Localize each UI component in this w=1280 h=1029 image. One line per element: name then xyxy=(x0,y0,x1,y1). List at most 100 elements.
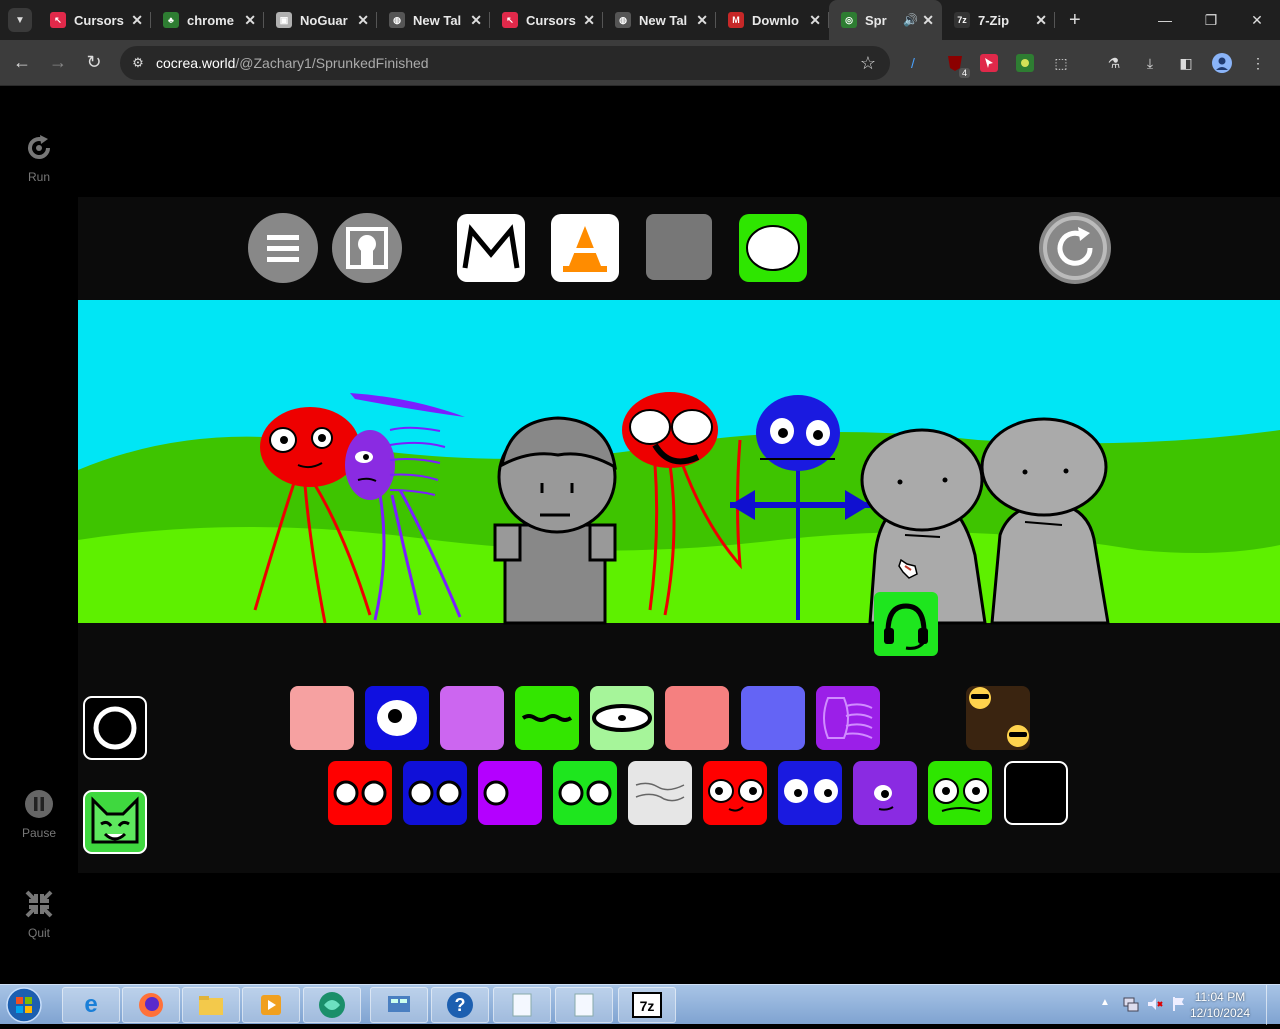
restore-icon: ❐ xyxy=(1204,11,1218,28)
side-panel-icon[interactable]: ◧ xyxy=(1175,52,1197,74)
browser-tab[interactable]: ↖ Cursors ✕ xyxy=(490,0,603,40)
character-red[interactable] xyxy=(253,407,372,624)
profile-avatar-icon[interactable] xyxy=(1211,52,1233,74)
browser-tab[interactable]: ▣ NoGuar ✕ xyxy=(264,0,377,40)
character-gray-blob-two[interactable] xyxy=(980,417,1110,625)
ublock-extension-icon[interactable]: 4 xyxy=(944,52,970,78)
record-circle-button[interactable] xyxy=(83,696,147,760)
voice-slot-magenta-eye[interactable] xyxy=(478,761,542,825)
sound-slot-lilac[interactable] xyxy=(440,686,504,750)
tab-close-icon[interactable]: ✕ xyxy=(131,12,143,29)
character-gray-boy[interactable] xyxy=(493,416,617,625)
minimize-button[interactable]: — xyxy=(1142,0,1188,40)
sound-slot-blue-eye[interactable] xyxy=(365,686,429,750)
browser-tab[interactable]: ◍ New Tal ✕ xyxy=(603,0,716,40)
clock-time: 11:04 PM xyxy=(1194,990,1246,1004)
voice-slot-not-wenda[interactable] xyxy=(628,761,692,825)
tray-network-icon[interactable] xyxy=(1122,995,1140,1013)
browser-tab[interactable]: 7z 7-Zip ✕ xyxy=(942,0,1055,40)
close-window-button[interactable]: ✕ xyxy=(1234,0,1280,40)
voice-slot-empty[interactable] xyxy=(1004,761,1068,825)
sound-slot-salmon[interactable] xyxy=(665,686,729,750)
back-button[interactable]: ← xyxy=(4,45,40,81)
reload-button[interactable]: ↻ xyxy=(76,45,112,81)
pause-button[interactable]: Pause xyxy=(0,789,78,840)
taskbar-document[interactable] xyxy=(493,987,551,1023)
run-button[interactable]: Run xyxy=(0,133,78,184)
arrow-left-icon: ← xyxy=(13,52,31,72)
taskbar-media[interactable] xyxy=(242,987,300,1023)
gallery-button[interactable] xyxy=(331,212,403,289)
tray-volume-muted-icon[interactable] xyxy=(1146,995,1164,1013)
sound-slot-pink[interactable] xyxy=(290,686,354,750)
start-button[interactable] xyxy=(4,986,44,1024)
jellyfish-icon xyxy=(816,686,880,750)
tab-search-button[interactable]: ▼ xyxy=(8,8,32,32)
tab-close-icon[interactable]: ✕ xyxy=(922,12,934,29)
headphones-sound-slot[interactable] xyxy=(874,592,938,656)
voice-slot-green-face[interactable] xyxy=(928,761,992,825)
taskbar-7zip[interactable]: 7z xyxy=(618,987,676,1023)
download-icon[interactable]: ⤓ xyxy=(1139,52,1161,74)
mode-normal-button[interactable] xyxy=(457,214,525,287)
mode-green-button[interactable] xyxy=(739,214,807,287)
labs-flask-icon[interactable]: ⚗ xyxy=(1103,52,1125,74)
browser-tab[interactable]: ◎ Spr 🔊 ✕ xyxy=(829,0,942,40)
tray-expand-icon[interactable]: ▲ xyxy=(1100,997,1110,1008)
show-desktop-button[interactable] xyxy=(1266,985,1280,1025)
bookmark-star-icon[interactable]: ☆ xyxy=(860,53,876,74)
voice-slot-blue-eyes[interactable] xyxy=(403,761,467,825)
sound-slot-periwinkle[interactable] xyxy=(741,686,805,750)
character-blue[interactable] xyxy=(730,395,870,620)
character-red-two[interactable] xyxy=(622,392,742,616)
tab-close-icon[interactable]: ✕ xyxy=(470,12,482,29)
taskbar-control-panel[interactable] xyxy=(370,987,428,1023)
tab-close-icon[interactable]: ✕ xyxy=(809,12,821,29)
restore-button[interactable]: ❐ xyxy=(1188,0,1234,40)
cat-mascot-button[interactable] xyxy=(83,790,147,854)
sound-slot-light-green-eye[interactable] xyxy=(590,686,654,750)
sound-slot-green-mouth[interactable] xyxy=(515,686,579,750)
mode-cone-button[interactable] xyxy=(551,214,619,287)
extensions-puzzle-icon[interactable]: ⬚ xyxy=(1050,52,1072,74)
taskbar-app-green[interactable] xyxy=(303,987,361,1023)
forward-button[interactable]: → xyxy=(40,45,76,81)
voice-slot-red-eyes[interactable] xyxy=(328,761,392,825)
pen-extension-icon[interactable]: / xyxy=(902,52,924,74)
voice-slot-blue-face[interactable] xyxy=(778,761,842,825)
quit-button[interactable]: Quit xyxy=(0,889,78,940)
browser-tab[interactable]: M Downlo ✕ xyxy=(716,0,829,40)
tab-close-icon[interactable]: ✕ xyxy=(357,12,369,29)
tab-close-icon[interactable]: ✕ xyxy=(1035,12,1047,29)
tray-flag-icon[interactable] xyxy=(1170,995,1188,1013)
cursor-extension-icon[interactable] xyxy=(978,52,1000,74)
address-bar[interactable]: ⚙ cocrea.world/@Zachary1/SprunkedFinishe… xyxy=(120,46,890,80)
reset-button[interactable] xyxy=(1038,211,1112,290)
menu-button[interactable] xyxy=(247,212,319,289)
site-info-icon[interactable]: ⚙ xyxy=(120,55,156,71)
tab-close-icon[interactable]: ✕ xyxy=(696,12,708,29)
voice-slot-red-face[interactable] xyxy=(703,761,767,825)
mode-gray-button[interactable] xyxy=(646,214,712,285)
kebab-menu-icon[interactable]: ⋮ xyxy=(1247,52,1269,74)
taskbar-help[interactable]: ? xyxy=(431,987,489,1023)
browser-tab[interactable]: ↖ Cursors ✕ xyxy=(38,0,151,40)
tab-title: Downlo xyxy=(752,12,799,28)
voice-slot-purple-face[interactable] xyxy=(853,761,917,825)
taskbar-ie[interactable]: e xyxy=(62,987,120,1023)
taskbar-document-two[interactable] xyxy=(555,987,613,1023)
sound-slot-purple-jelly[interactable] xyxy=(816,686,880,750)
tab-close-icon[interactable]: ✕ xyxy=(583,12,595,29)
tab-close-icon[interactable]: ✕ xyxy=(244,12,256,29)
green-extension-icon[interactable] xyxy=(1014,52,1036,74)
taskbar-firefox[interactable] xyxy=(122,987,180,1023)
new-tab-button[interactable]: + xyxy=(1069,9,1081,32)
browser-tab[interactable]: ◍ New Tal ✕ xyxy=(377,0,490,40)
tab-audio-icon[interactable]: 🔊 xyxy=(903,13,918,27)
sound-slot-brown-sunglasses[interactable] xyxy=(966,686,1030,750)
taskbar-explorer[interactable] xyxy=(182,987,240,1023)
browser-tab[interactable]: ♣ chrome ✕ xyxy=(151,0,264,40)
voice-slot-green-eyes[interactable] xyxy=(553,761,617,825)
system-clock[interactable]: 11:04 PM 12/10/2024 xyxy=(1190,989,1250,1021)
character-purple[interactable] xyxy=(345,393,465,621)
